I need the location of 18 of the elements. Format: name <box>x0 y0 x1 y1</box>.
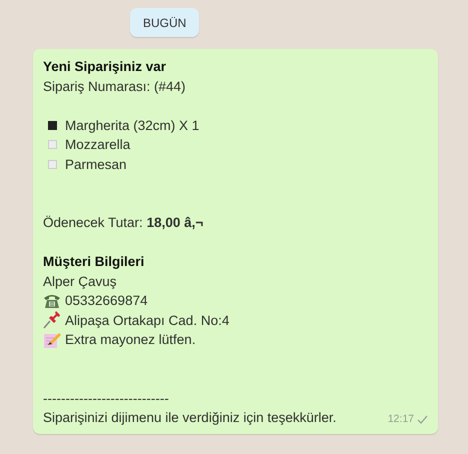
message-time: 12:17 <box>388 412 414 427</box>
order-item: Parmesan <box>65 156 127 174</box>
address: Alipaşa Ortakapı Cad. No:4 <box>65 312 230 330</box>
order-note: Extra mayonez lütfen. <box>65 331 196 349</box>
customer-heading: Müşteri Bilgileri <box>43 253 144 271</box>
thank-you-text: Siparişinizi dijimenu ile verdiğiniz için teşekkürler. <box>43 409 336 427</box>
memo-pencil-icon <box>43 330 61 349</box>
pushpin-icon <box>43 311 61 330</box>
phone-number: 05332669874 <box>65 292 148 310</box>
message-title: Yeni Siparişiniz var <box>43 58 166 76</box>
separator-line: ---------------------------- <box>43 390 169 408</box>
date-chip: BUGÜN <box>130 8 200 37</box>
total-amount: Ödenecek Tutar: 18,00 â,¬ <box>43 214 204 232</box>
order-item: Mozzarella <box>65 136 130 154</box>
order-item: Margherita (32cm) X 1 <box>65 116 200 135</box>
telephone-icon <box>43 292 61 309</box>
order-number: Sipariş Numarası: (#44) <box>43 78 186 96</box>
customer-name: Alper Çavuş <box>43 272 117 291</box>
